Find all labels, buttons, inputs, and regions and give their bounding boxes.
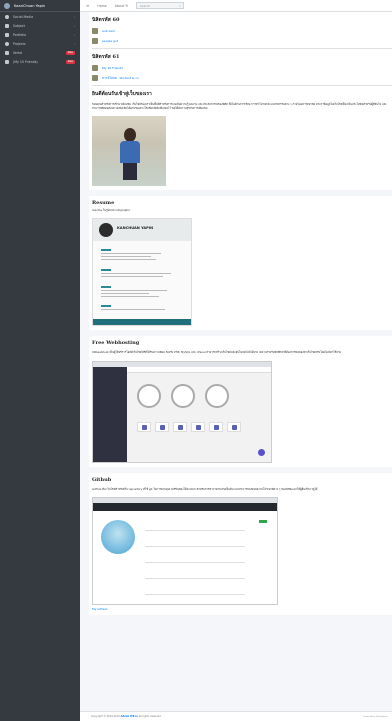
footer-brand-link[interactable]: Admin LTE.io [121, 715, 138, 718]
student-link[interactable]: ดาวน์โหลด · student & cv [102, 76, 139, 81]
menu-icon[interactable]: ≡ [86, 3, 89, 8]
search-box[interactable]: Search ⌕ [135, 2, 184, 9]
list-item: My 10 Friends [92, 65, 392, 71]
welcome-paragraph: ขอบคุณสำหรับการเข้ามาเยี่ยมชม เว็บไซต์ขอ… [92, 102, 387, 111]
student-link[interactable]: people got [102, 39, 118, 43]
nav-about-link[interactable]: About Yi [115, 4, 128, 8]
github-link[interactable]: My Github [92, 607, 392, 611]
divider [92, 48, 392, 49]
sidebar-item-label: Social Media [13, 14, 34, 19]
brand[interactable]: KaanChuan Yapin [0, 0, 80, 12]
student-link[interactable]: My 10 Friends [102, 66, 123, 70]
webhosting-screenshot[interactable] [92, 360, 272, 463]
search-input[interactable]: Search [140, 4, 150, 8]
resume-name: KANCHUAN YAPIN [117, 226, 154, 231]
chevron-left-icon: ‹ [73, 41, 75, 46]
thumbnail-image [92, 75, 98, 81]
circle-icon [5, 41, 9, 46]
new-badge: New [65, 50, 75, 55]
list-item: people got [92, 38, 392, 44]
sidebar-item-my-10-friends[interactable]: (My 10 Friends) New [0, 57, 80, 66]
section-title: ยินดีต้อนรับเข้าสู่เว็บของเรา [92, 91, 152, 97]
footer: Copyright © 2014-2019 Admin LTE.io All r… [80, 711, 392, 721]
main-content: นิสิตรหัส 60 aub zam people got นิสิตรหั… [80, 12, 392, 721]
brand-logo [4, 2, 10, 9]
section-github: Github GitHub คือ เว็บไซต์สำหรับเก็บ rep… [89, 472, 392, 616]
section-students-60: นิสิตรหัส 60 aub zam people got นิสิตรหั… [89, 12, 392, 190]
github-paragraph: GitHub คือ เว็บไซต์สำหรับเก็บ repository… [92, 486, 318, 491]
section-title: Free Webhosting [92, 340, 140, 347]
list-item: ดาวน์โหลด · student & cv [92, 75, 392, 81]
section-free-webhosting: Free Webhosting 000webhost เป็นผู้ให้บริ… [89, 336, 392, 467]
resume-caption: resume ในรูปแบบ infographic [92, 207, 131, 212]
section-title: นิสิตรหัส 61 [92, 54, 120, 60]
sidebar-item-projects[interactable]: Projects ‹ [0, 39, 80, 48]
section-title: Resume [92, 199, 115, 206]
profile-photo [92, 115, 166, 186]
chevron-left-icon: ‹ [73, 14, 75, 19]
sidebar-item-label: Subject [13, 23, 25, 28]
webhosting-paragraph: 000webhost เป็นผู้ให้บริการโฮสต์เว็บไซต์… [92, 350, 341, 355]
sidebar-item-social-media[interactable]: Social Media ‹ [0, 12, 80, 21]
copyright-text: Copyright © 2014-2019 [91, 715, 120, 718]
new-badge: New [65, 59, 75, 64]
thumbnail-image [92, 28, 98, 34]
book-icon [5, 23, 9, 28]
search-icon[interactable]: ⌕ [179, 4, 181, 8]
chevron-left-icon: ‹ [73, 32, 75, 37]
resume-image[interactable]: KANCHUAN YAPIN [92, 218, 192, 327]
sidebar-item-label: Projects [13, 41, 26, 46]
github-avatar [101, 520, 135, 555]
divider [92, 85, 392, 86]
grid-icon [5, 50, 9, 55]
powered-by[interactable]: Powered by 000webhost [364, 716, 389, 718]
topbar: ≡ Home About Yi Search ⌕ [80, 0, 392, 12]
person-figure [120, 127, 140, 180]
section-title: นิสิตรหัส 60 [92, 17, 120, 23]
sidebar-item-label: Vertel [13, 50, 23, 55]
folder-icon [5, 32, 9, 37]
rights-text: All rights reserved. [138, 715, 162, 718]
section-resume: Resume resume ในรูปแบบ infographic KANCH… [89, 195, 392, 331]
grid-icon [5, 59, 9, 64]
sidebar-item-subject[interactable]: Subject ‹ [0, 21, 80, 30]
github-screenshot[interactable] [92, 497, 278, 606]
student-link[interactable]: aub zam [102, 29, 115, 33]
list-item: aub zam [92, 28, 392, 34]
nav-home-link[interactable]: Home [97, 4, 106, 8]
section-title: Github [92, 476, 112, 483]
thumbnail-image [92, 38, 98, 44]
sidebar-item-label: (My 10 Friends) [13, 59, 38, 64]
chevron-left-icon: ‹ [73, 23, 75, 28]
circle-icon [5, 14, 9, 19]
sidebar-item-label: Portfolio [13, 32, 27, 37]
thumbnail-image [92, 65, 98, 71]
sidebar-item-portfolio[interactable]: Portfolio ‹ [0, 30, 80, 39]
sidebar: KaanChuan Yapin Social Media ‹ Subject ‹… [0, 0, 80, 721]
brand-name: KaanChuan Yapin [14, 3, 46, 8]
sidebar-item-vertel[interactable]: Vertel New [0, 48, 80, 57]
